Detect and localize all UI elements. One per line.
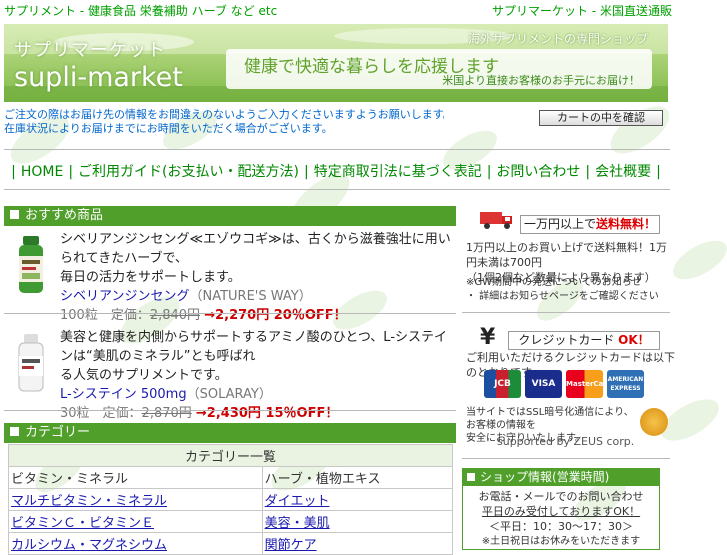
banner-jp-title: サプリマーケット bbox=[14, 40, 166, 61]
recommend-header: おすすめ商品 bbox=[4, 206, 456, 226]
category-table-header: カテゴリー一覧 bbox=[8, 444, 453, 467]
product-item[interactable]: シベリアンジンセング≪エゾウコギ≫は、古くから滋養強壮に用いられてきたハーブで、… bbox=[4, 228, 456, 323]
credit-card-label: クレジットカード OK！ bbox=[508, 331, 660, 350]
credit-card-banner: ¥ クレジットカード OK！ bbox=[480, 325, 660, 350]
divider bbox=[4, 410, 456, 411]
product-text: 美容と健康を内側からサポートするアミノ酸のひとつ、L-システインは“美肌のミネラ… bbox=[60, 328, 458, 423]
product-name-link[interactable]: L-システイン 500mg（SOLARAY） bbox=[60, 385, 458, 404]
product-name-link[interactable]: シベリアンジンセング（NATURE'S WAY） bbox=[60, 287, 458, 306]
mastercard-logo-icon: MasterCard bbox=[566, 370, 612, 398]
category-link[interactable]: 関節ケア bbox=[265, 538, 317, 553]
zeus-supported: supported by ZEUS corp. bbox=[497, 435, 635, 448]
notice-line-1[interactable]: ご注文の際はお届け先の情報をお間違えのないようご入力くださいますようお願いします… bbox=[4, 108, 444, 122]
product-description[interactable]: 美容と健康を内側からサポートするアミノ酸のひとつ、L-システインは“美肌のミネラ… bbox=[60, 328, 458, 385]
bottle-icon[interactable] bbox=[16, 236, 46, 296]
banner-tagline: 海外サプリメントの専門ショップ bbox=[467, 32, 648, 46]
divider bbox=[4, 149, 670, 150]
zeus-seal-icon[interactable] bbox=[640, 408, 668, 436]
category-link[interactable]: カルシウム・マグネシウム bbox=[11, 538, 167, 553]
shop-info-header: ショップ情報(営業時間) bbox=[463, 469, 659, 486]
recommend-title: おすすめ商品 bbox=[25, 208, 104, 223]
banner-logo-text: supli-market bbox=[14, 62, 183, 93]
product-price: 100粒 定価：2,840円 →2,270円 20％OFF！ bbox=[60, 308, 347, 323]
category-title: カテゴリー bbox=[25, 425, 91, 440]
nav-guide[interactable]: ご利用ガイド(お支払い・配送方法) bbox=[78, 164, 299, 180]
site-tagline: サプリマーケット - 米国直送通販 bbox=[492, 4, 672, 18]
nav-legal[interactable]: 特定商取引法に基づく表記 bbox=[314, 164, 482, 180]
notice-line-2[interactable]: 在庫状況によりお届けまでにお時間をいただく場合がございます。 bbox=[4, 122, 444, 136]
category-link[interactable]: マルチビタミン・ミネラル bbox=[11, 494, 167, 509]
shop-info-box: ショップ情報(営業時間) お電話・メールでのお問い合わせ 平日のみ受付しておりま… bbox=[462, 468, 660, 550]
visa-logo-icon: VISA bbox=[525, 370, 562, 398]
category-header: カテゴリー bbox=[4, 423, 456, 443]
banner-slogan-box: 健康で快適な暮らしを応援します 米国より直接お客様のお手元にお届け！ bbox=[226, 49, 652, 89]
nav-company[interactable]: 会社概要 bbox=[595, 164, 651, 180]
banner-slogan-sub: 米国より直接お客様のお手元にお届け！ bbox=[442, 74, 640, 87]
square-bullet-icon bbox=[10, 210, 19, 219]
free-shipping-banner[interactable]: 一万円以上で送料無料！ bbox=[480, 206, 660, 236]
product-text: シベリアンジンセング≪エゾウコギ≫は、古くから滋養強壮に用いられてきたハーブで、… bbox=[60, 230, 458, 325]
square-bullet-icon bbox=[467, 473, 475, 481]
divider bbox=[4, 189, 670, 190]
product-item[interactable]: 美容と健康を内側からサポートするアミノ酸のひとつ、L-システインは“美肌のミネラ… bbox=[4, 326, 456, 421]
site-description: サプリメント - 健康食品 栄養補助 ハーブ など etc bbox=[4, 4, 278, 18]
main-nav: | HOME | ご利用ガイド(お支払い・配送方法) | 特定商取引法に基づく表記 | お問い… bbox=[11, 164, 661, 180]
yen-icon: ¥ bbox=[480, 325, 496, 350]
divider bbox=[462, 312, 670, 313]
nav-home[interactable]: HOME bbox=[21, 164, 63, 180]
category-group-label: ビタミン・ミネラル bbox=[8, 466, 263, 489]
amex-logo-icon: AMERICAN EXPRESS bbox=[607, 370, 644, 398]
category-link[interactable]: ビタミンＣ・ビタミンＥ bbox=[11, 516, 154, 531]
square-bullet-icon bbox=[10, 427, 19, 436]
header-banner[interactable]: サプリマーケット supli-market 海外サプリメントの専門ショップ 健康… bbox=[4, 24, 668, 102]
category-group-label: ハーブ・植物エキス bbox=[261, 466, 454, 489]
divider bbox=[4, 313, 456, 314]
category-link[interactable]: 美容・美肌 bbox=[265, 516, 330, 531]
category-link[interactable]: ダイエット bbox=[265, 494, 330, 509]
top-bar: サプリメント - 健康食品 栄養補助 ハーブ など etc サプリマーケット -… bbox=[4, 2, 672, 20]
divider bbox=[462, 458, 670, 459]
jcb-logo-icon: JCB bbox=[484, 370, 521, 398]
category-table: カテゴリー一覧 ビタミン・ミネラル ハーブ・植物エキス マルチビタミン・ミネラル… bbox=[8, 444, 454, 555]
truck-icon bbox=[480, 212, 512, 229]
bottle-icon[interactable] bbox=[16, 334, 46, 394]
card-logos: JCB VISA MasterCard AMERICAN EXPRESS bbox=[484, 370, 654, 400]
product-description[interactable]: シベリアンジンセング≪エゾウコギ≫は、古くから滋養強壮に用いられてきたハーブで、… bbox=[60, 230, 458, 287]
nav-contact[interactable]: お問い合わせ bbox=[496, 164, 580, 180]
shop-info-body: お電話・メールでのお問い合わせ 平日のみ受付しておりますOK！ ＜平日：10：3… bbox=[478, 490, 644, 547]
product-price: 30粒 定価：2,870円 →2,430円 15％OFF！ bbox=[60, 406, 339, 421]
free-shipping-label: 一万円以上で送料無料！ bbox=[520, 215, 660, 234]
view-cart-button[interactable]: カートの中を確認 bbox=[539, 110, 663, 126]
gw-notice[interactable]: ※GW期間中の発送についてのお知らせ ・ 詳細はお知らせページをご確認ください bbox=[466, 276, 659, 304]
